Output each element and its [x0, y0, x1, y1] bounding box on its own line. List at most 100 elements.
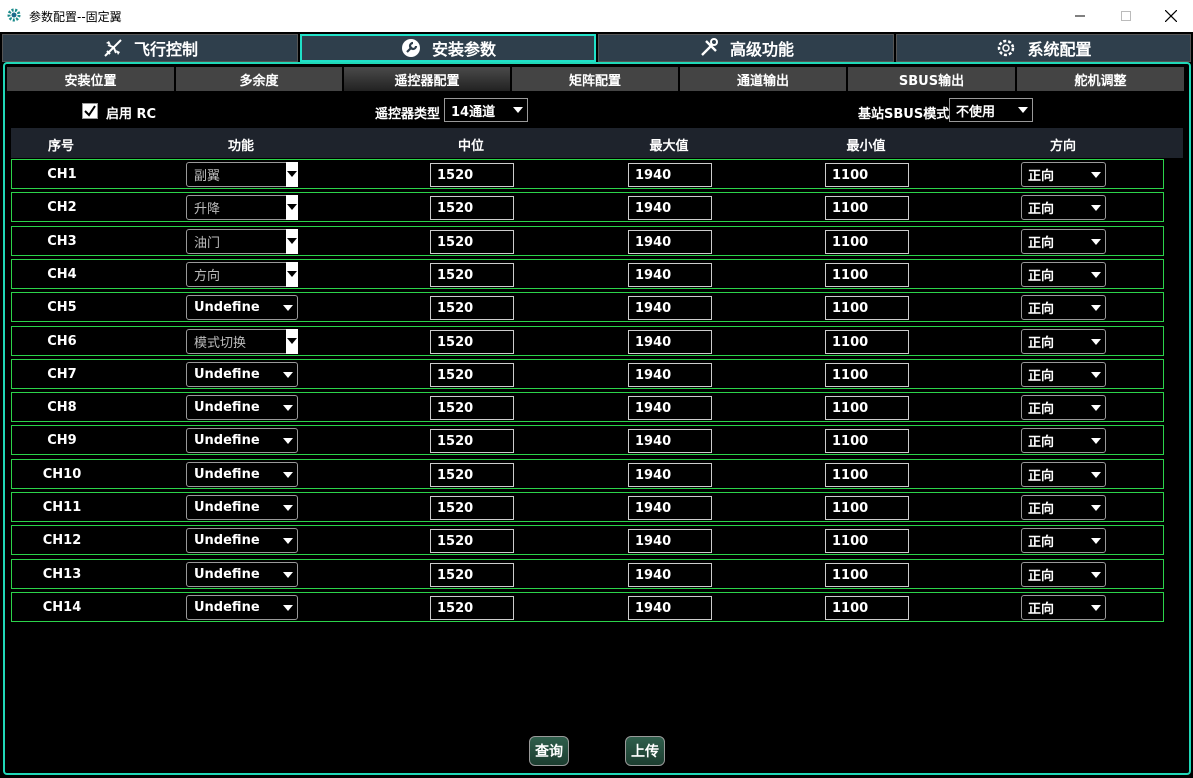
- function-select[interactable]: 升降: [186, 195, 298, 220]
- tab-flight-control[interactable]: 飞行控制: [2, 34, 298, 62]
- tab-install-params[interactable]: 安装参数: [300, 34, 596, 62]
- max-input[interactable]: 1940: [628, 563, 712, 587]
- max-input[interactable]: 1940: [628, 429, 712, 453]
- min-input[interactable]: 1100: [825, 429, 909, 453]
- direction-select[interactable]: 正向: [1021, 495, 1106, 520]
- mid-input[interactable]: 1520: [430, 196, 514, 220]
- tab-system-config[interactable]: 系统配置: [896, 34, 1191, 62]
- max-input[interactable]: 1940: [628, 196, 712, 220]
- upload-button[interactable]: 上传: [625, 736, 665, 766]
- direction-select[interactable]: 正向: [1021, 329, 1106, 354]
- function-select[interactable]: Undefine: [186, 528, 298, 553]
- min-input[interactable]: 1100: [825, 496, 909, 520]
- min-input[interactable]: 1100: [825, 363, 909, 387]
- min-input[interactable]: 1100: [825, 196, 909, 220]
- mid-input[interactable]: 1520: [430, 529, 514, 553]
- mid-input[interactable]: 1520: [430, 230, 514, 254]
- function-select[interactable]: Undefine: [186, 495, 298, 520]
- sbus-mode-select[interactable]: 不使用: [949, 98, 1033, 122]
- direction-select[interactable]: 正向: [1021, 295, 1106, 320]
- subtab-rc-config[interactable]: 遥控器配置: [344, 67, 510, 91]
- min-input[interactable]: 1100: [825, 563, 909, 587]
- function-select[interactable]: Undefine: [186, 395, 298, 420]
- direction-select[interactable]: 正向: [1021, 162, 1106, 187]
- function-value: Undefine: [194, 433, 260, 448]
- mid-input[interactable]: 1520: [430, 596, 514, 620]
- subtab-redundancy[interactable]: 多余度: [176, 67, 342, 91]
- mid-input[interactable]: 1520: [430, 263, 514, 287]
- maximize-button[interactable]: [1103, 0, 1149, 32]
- function-select[interactable]: 油门: [186, 229, 298, 254]
- direction-select[interactable]: 正向: [1021, 462, 1106, 487]
- subtab-sbus-output[interactable]: SBUS输出: [848, 67, 1015, 91]
- max-input[interactable]: 1940: [628, 396, 712, 420]
- function-select[interactable]: Undefine: [186, 428, 298, 453]
- max-input[interactable]: 1940: [628, 163, 712, 187]
- table-row: CH10 Undefine 1520 1940 1100 正向: [11, 459, 1164, 489]
- max-input[interactable]: 1940: [628, 529, 712, 553]
- rc-type-select[interactable]: 14通道: [444, 98, 528, 122]
- close-button[interactable]: [1148, 0, 1193, 32]
- min-input[interactable]: 1100: [825, 529, 909, 553]
- subtab-servo-adjust[interactable]: 舵机调整: [1017, 67, 1184, 91]
- function-select[interactable]: 副翼: [186, 162, 298, 187]
- mid-input[interactable]: 1520: [430, 496, 514, 520]
- mid-input[interactable]: 1520: [430, 330, 514, 354]
- min-input[interactable]: 1100: [825, 163, 909, 187]
- mid-input[interactable]: 1520: [430, 396, 514, 420]
- mid-input[interactable]: 1520: [430, 163, 514, 187]
- mid-input[interactable]: 1520: [430, 363, 514, 387]
- function-value: 升降: [194, 202, 221, 217]
- max-input[interactable]: 1940: [628, 263, 712, 287]
- max-input[interactable]: 1940: [628, 230, 712, 254]
- header-index: 序号: [47, 139, 75, 154]
- function-select[interactable]: Undefine: [186, 362, 298, 387]
- enable-rc-checkbox[interactable]: [82, 103, 98, 119]
- mid-input[interactable]: 1520: [430, 563, 514, 587]
- function-select[interactable]: Undefine: [186, 462, 298, 487]
- minimize-button[interactable]: [1057, 0, 1103, 32]
- function-value: 油门: [194, 236, 221, 251]
- min-input[interactable]: 1100: [825, 230, 909, 254]
- direction-select[interactable]: 正向: [1021, 229, 1106, 254]
- direction-select[interactable]: 正向: [1021, 528, 1106, 553]
- subtab-install-position[interactable]: 安装位置: [7, 67, 174, 91]
- function-select[interactable]: 方向: [186, 262, 298, 287]
- max-input[interactable]: 1940: [628, 596, 712, 620]
- direction-select[interactable]: 正向: [1021, 595, 1106, 620]
- min-input[interactable]: 1100: [825, 296, 909, 320]
- max-input[interactable]: 1940: [628, 330, 712, 354]
- subtab-matrix-config[interactable]: 矩阵配置: [512, 67, 678, 91]
- function-select[interactable]: Undefine: [186, 595, 298, 620]
- chevron-down-icon: [1091, 505, 1101, 511]
- min-input[interactable]: 1100: [825, 463, 909, 487]
- chevron-down-icon: [1091, 205, 1101, 211]
- direction-select[interactable]: 正向: [1021, 428, 1106, 453]
- min-input[interactable]: 1100: [825, 596, 909, 620]
- query-button[interactable]: 查询: [529, 736, 569, 766]
- max-input[interactable]: 1940: [628, 496, 712, 520]
- tab-advanced[interactable]: 高级功能: [598, 34, 894, 62]
- max-input[interactable]: 1940: [628, 296, 712, 320]
- channel-label: CH5: [47, 300, 77, 315]
- mid-input[interactable]: 1520: [430, 296, 514, 320]
- function-select[interactable]: Undefine: [186, 562, 298, 587]
- min-input[interactable]: 1100: [825, 330, 909, 354]
- function-select[interactable]: Undefine: [186, 295, 298, 320]
- channel-label: CH11: [42, 500, 82, 515]
- direction-select[interactable]: 正向: [1021, 562, 1106, 587]
- direction-select[interactable]: 正向: [1021, 362, 1106, 387]
- mid-input[interactable]: 1520: [430, 429, 514, 453]
- mid-input[interactable]: 1520: [430, 463, 514, 487]
- direction-select[interactable]: 正向: [1021, 262, 1106, 287]
- subtab-channel-output[interactable]: 通道输出: [680, 67, 846, 91]
- min-input[interactable]: 1100: [825, 396, 909, 420]
- max-input[interactable]: 1940: [628, 363, 712, 387]
- function-select[interactable]: 模式切换: [186, 329, 298, 354]
- max-input[interactable]: 1940: [628, 463, 712, 487]
- chevron-down-icon: [283, 472, 293, 478]
- chevron-down-icon: [286, 329, 298, 354]
- direction-select[interactable]: 正向: [1021, 395, 1106, 420]
- direction-select[interactable]: 正向: [1021, 195, 1106, 220]
- min-input[interactable]: 1100: [825, 263, 909, 287]
